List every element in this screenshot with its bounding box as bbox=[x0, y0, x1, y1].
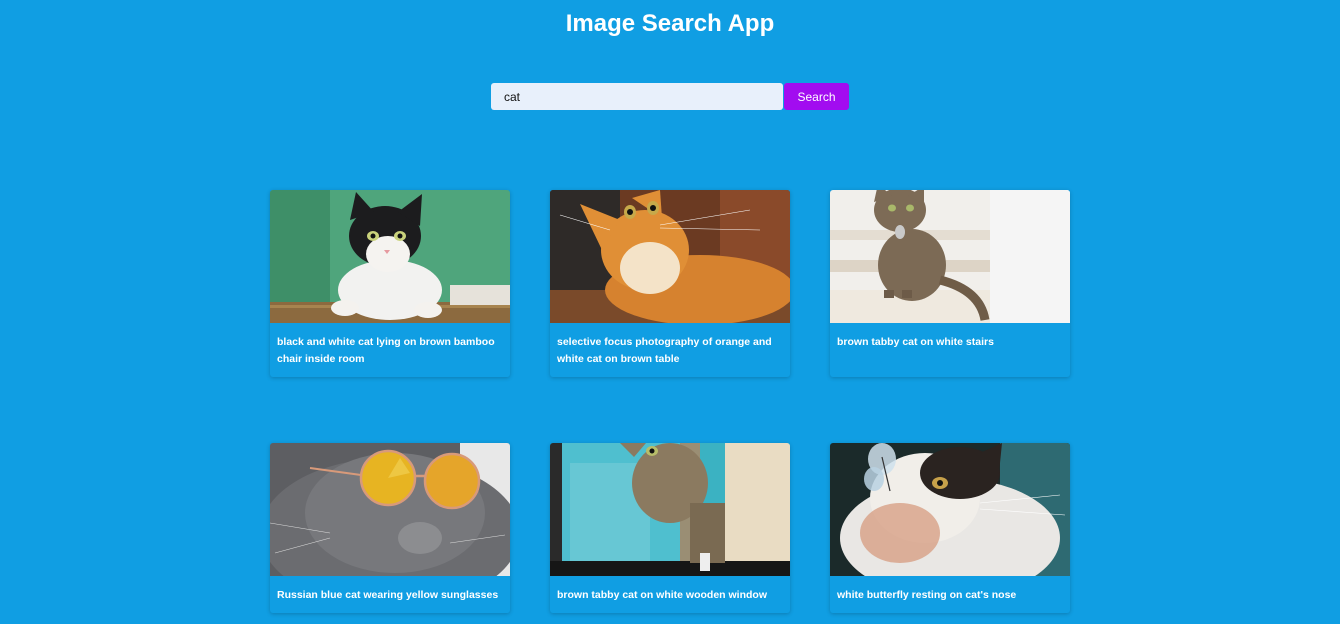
search-button[interactable]: Search bbox=[784, 83, 849, 110]
result-image[interactable] bbox=[550, 190, 790, 323]
result-card[interactable]: brown tabby cat on white wooden window bbox=[550, 443, 790, 613]
result-card[interactable]: brown tabby cat on white stairs bbox=[830, 190, 1070, 377]
result-card[interactable]: black and white cat lying on brown bambo… bbox=[270, 190, 510, 377]
result-card[interactable]: selective focus photography of orange an… bbox=[550, 190, 790, 377]
page-title: Image Search App bbox=[565, 10, 775, 37]
result-caption: black and white cat lying on brown bambo… bbox=[277, 336, 495, 365]
result-card[interactable]: Russian blue cat wearing yellow sunglass… bbox=[270, 443, 510, 613]
result-image[interactable] bbox=[550, 443, 790, 576]
result-image[interactable] bbox=[270, 190, 510, 323]
result-image[interactable] bbox=[270, 443, 510, 576]
result-card[interactable]: white butterfly resting on cat's nose bbox=[830, 443, 1070, 613]
result-caption: white butterfly resting on cat's nose bbox=[837, 589, 1017, 601]
result-caption: brown tabby cat on white stairs bbox=[837, 336, 994, 348]
search-bar: Search bbox=[491, 83, 849, 110]
result-image[interactable] bbox=[830, 443, 1070, 576]
result-caption: brown tabby cat on white wooden window bbox=[557, 589, 767, 601]
result-caption: selective focus photography of orange an… bbox=[557, 336, 772, 365]
result-caption: Russian blue cat wearing yellow sunglass… bbox=[277, 589, 499, 601]
result-image[interactable] bbox=[830, 190, 1070, 323]
search-input[interactable] bbox=[491, 83, 783, 110]
